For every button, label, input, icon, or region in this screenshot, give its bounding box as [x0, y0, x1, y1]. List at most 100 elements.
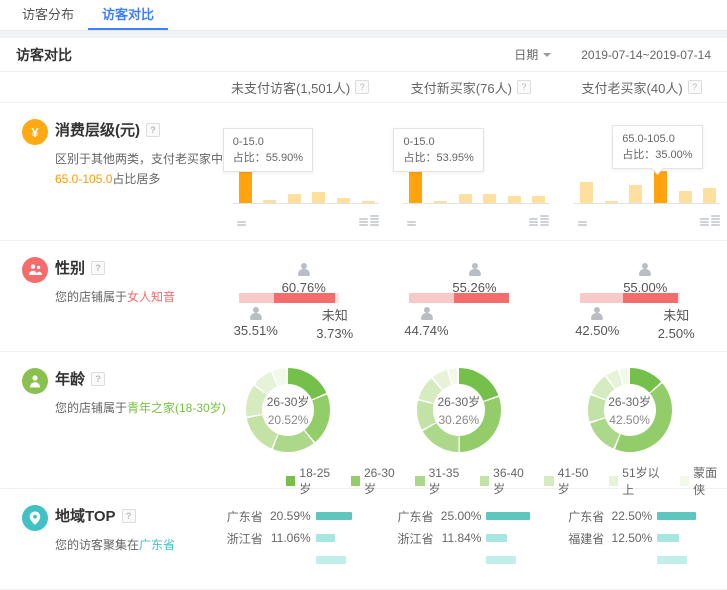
coins-large-icon: [529, 215, 549, 226]
person-icon: [22, 368, 48, 394]
bar-series: [580, 169, 716, 203]
legend-swatch: [609, 476, 618, 486]
help-icon[interactable]: ?: [517, 80, 531, 94]
female-segment: [454, 293, 509, 303]
age-donut[interactable]: 26-30岁 42.50%: [588, 368, 672, 452]
province-bar: [486, 512, 530, 520]
coins-small-icon: [578, 221, 587, 226]
app: 访客分布 访客对比 访客对比 日期 2019-07-14~2019-07-14 …: [0, 0, 727, 590]
female-icon: [297, 263, 311, 276]
consumption-cell-new: 0-15.0 占比：53.95%: [385, 103, 556, 240]
coins-large-icon: [700, 215, 720, 226]
column-header-unpaid-label: 未支付访客(1,501人): [231, 78, 350, 97]
date-range[interactable]: 2019-07-14~2019-07-14: [581, 48, 711, 62]
province-percent: 25.00%: [439, 509, 481, 523]
row-age: 年龄 ? 您的店铺属于青年之家(18-30岁) 26-30岁 20.52%: [0, 352, 727, 489]
row-consumption: ¥ 消费层级(元) ? 区别于其他两类，支付老买家中 65.0-105.0占比居…: [0, 103, 727, 241]
province-percent: 11.06%: [269, 531, 311, 545]
male-icon: [249, 307, 263, 320]
gender-cell-old: 55.00% 42.50% 未知 2.50%: [556, 241, 727, 351]
consumption-bar-chart[interactable]: 0-15.0 占比：55.90%: [231, 103, 381, 240]
gender-bar: [409, 293, 509, 303]
region-list: 广东省 20.59% 浙江省 11.06%: [215, 505, 386, 571]
x-axis: [403, 203, 549, 204]
region-cell-new: 广东省 25.00% 浙江省 11.84%: [385, 489, 556, 589]
donut-center-label: 26-30岁 30.26%: [433, 384, 485, 436]
unknown-segment: [335, 293, 339, 303]
province-name: 广东省: [397, 508, 439, 525]
donut-center-label: 26-30岁 42.50%: [604, 384, 656, 436]
consumption-bar-chart[interactable]: 65.0-105.0 占比：35.00%: [572, 103, 722, 240]
help-icon[interactable]: ?: [146, 123, 160, 137]
region-list: 广东省 25.00% 浙江省 11.84%: [385, 505, 556, 571]
region-row-partial: [385, 549, 556, 571]
legend-swatch: [544, 476, 553, 486]
gender-chart[interactable]: 55.00% 42.50% 未知 2.50%: [580, 255, 680, 345]
legend-swatch: [286, 476, 295, 486]
column-headers: 未支付访客(1,501人) ? 支付新买家(76人) ? 支付老买家(40人) …: [0, 72, 727, 103]
axis-icons: [237, 215, 379, 226]
column-header-unpaid: 未支付访客(1,501人) ?: [215, 78, 386, 97]
gender-label-block: 性别 ? 您的店铺属于女人知音: [0, 241, 215, 351]
female-cluster: 55.00%: [623, 263, 667, 295]
help-icon[interactable]: ?: [91, 372, 105, 386]
female-icon: [638, 263, 652, 276]
bar-series: [409, 169, 545, 203]
column-header-old-buyers: 支付老买家(40人) ?: [556, 78, 727, 97]
row-region: 地域TOP ? 您的访客聚集在广东省 广东省 20.59% 浙江省 11.06%: [0, 489, 727, 590]
province-bar: [657, 534, 679, 542]
chevron-down-icon[interactable]: [543, 53, 551, 61]
column-header-new-buyers: 支付新买家(76人) ?: [385, 78, 556, 97]
date-controls: 日期 2019-07-14~2019-07-14: [514, 46, 711, 63]
yuan-icon: ¥: [22, 119, 48, 145]
age-donut[interactable]: 26-30岁 20.52%: [246, 368, 330, 452]
column-header-old-buyers-label: 支付老买家(40人): [582, 78, 683, 97]
gender-cell-new: 55.26% 44.74%: [385, 241, 556, 351]
age-donut[interactable]: 26-30岁 30.26%: [417, 368, 501, 452]
help-icon[interactable]: ?: [122, 509, 136, 523]
date-dropdown[interactable]: 日期: [514, 46, 538, 63]
age-desc: 您的店铺属于青年之家(18-30岁): [55, 398, 226, 418]
region-list: 广东省 22.50% 福建省 12.50%: [556, 505, 727, 571]
region-cell-unpaid: 广东省 20.59% 浙江省 11.06%: [215, 489, 386, 589]
gender-chart[interactable]: 55.26% 44.74%: [409, 255, 509, 345]
province-name: 广东省: [568, 508, 610, 525]
help-icon[interactable]: ?: [688, 80, 702, 94]
bar-series: [239, 169, 375, 203]
age-title: 年龄 ?: [55, 368, 226, 389]
x-axis: [233, 203, 379, 204]
region-row-partial: [215, 549, 386, 571]
province-bar: [657, 512, 696, 520]
help-icon[interactable]: ?: [91, 261, 105, 275]
gender-bar: [239, 293, 339, 303]
male-icon: [590, 307, 604, 320]
axis-icons: [578, 215, 720, 226]
region-desc: 您的访客聚集在广东省: [55, 535, 175, 555]
female-cluster: 60.76%: [282, 263, 326, 295]
age-label-block: 年龄 ? 您的店铺属于青年之家(18-30岁): [0, 352, 215, 488]
top-tabbar: 访客分布 访客对比: [0, 0, 727, 31]
help-icon[interactable]: ?: [355, 80, 369, 94]
gender-title: 性别 ?: [55, 257, 175, 278]
male-cluster: 42.50%: [575, 307, 619, 338]
consumption-cell-old: 65.0-105.0 占比：35.00%: [556, 103, 727, 240]
tab-visitor-distribution[interactable]: 访客分布: [8, 0, 88, 30]
gender-chart[interactable]: 60.76% 35.51% 未知 3.73%: [239, 255, 339, 345]
consumption-bar-chart[interactable]: 0-15.0 占比：53.95%: [401, 103, 551, 240]
donut-center-label: 26-30岁 20.52%: [262, 384, 314, 436]
region-row: 广东省 22.50%: [556, 505, 727, 527]
province-bar: [316, 512, 352, 520]
province-percent: 12.50%: [610, 531, 652, 545]
coins-small-icon: [237, 221, 246, 226]
region-row: 福建省 12.50%: [556, 527, 727, 549]
location-pin-icon: [22, 505, 48, 531]
gender-bar: [580, 293, 680, 303]
column-header-new-buyers-label: 支付新买家(76人): [411, 78, 512, 97]
male-icon: [419, 307, 433, 320]
chart-tooltip: 65.0-105.0 占比：35.00%: [612, 125, 702, 169]
people-icon: [22, 257, 48, 283]
panel-header: 访客对比 日期 2019-07-14~2019-07-14: [0, 38, 727, 72]
legend-swatch: [480, 476, 489, 486]
region-row: 浙江省 11.84%: [385, 527, 556, 549]
tab-visitor-compare[interactable]: 访客对比: [88, 0, 168, 30]
